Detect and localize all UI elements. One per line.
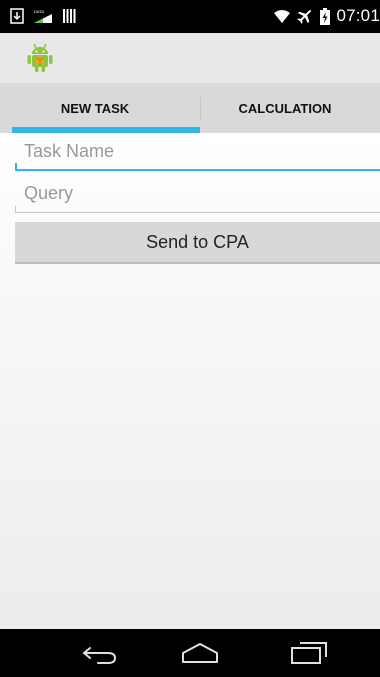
status-clock: 07:01 [336, 6, 380, 25]
sd-card-icon [62, 8, 76, 24]
navigation-bar [0, 629, 380, 677]
status-right-icons: 07:01 [273, 6, 380, 25]
query-field[interactable]: Query [15, 175, 380, 213]
status-bar: DATA 07:01 [0, 0, 380, 33]
status-left-icons: DATA [10, 7, 76, 25]
send-to-cpa-button[interactable]: Send to CPA [15, 222, 380, 264]
task-name-placeholder: Task Name [24, 140, 115, 161]
battery-charging-icon [319, 7, 331, 25]
download-icon [10, 8, 24, 24]
tab-new-task-label: NEW TASK [60, 100, 130, 116]
action-bar [0, 33, 380, 83]
data-signal-icon: DATA [32, 8, 54, 24]
task-name-field[interactable]: Task Name [15, 133, 380, 171]
tab-new-task[interactable]: NEW TASK [0, 83, 190, 133]
tab-calculation-label: CALCULATION [238, 100, 332, 116]
back-icon[interactable] [72, 641, 128, 665]
query-placeholder: Query [24, 183, 74, 203]
tab-bar: NEW TASK CALCULATION [0, 83, 380, 133]
tab-divider [200, 97, 201, 121]
android-robot-icon[interactable] [24, 42, 56, 74]
wifi-icon [273, 8, 291, 24]
tab-calculation[interactable]: CALCULATION [190, 83, 380, 133]
airplane-mode-icon [296, 8, 314, 24]
data-label: DATA [34, 9, 44, 14]
recent-apps-icon[interactable] [280, 641, 336, 665]
home-icon[interactable] [172, 641, 228, 665]
